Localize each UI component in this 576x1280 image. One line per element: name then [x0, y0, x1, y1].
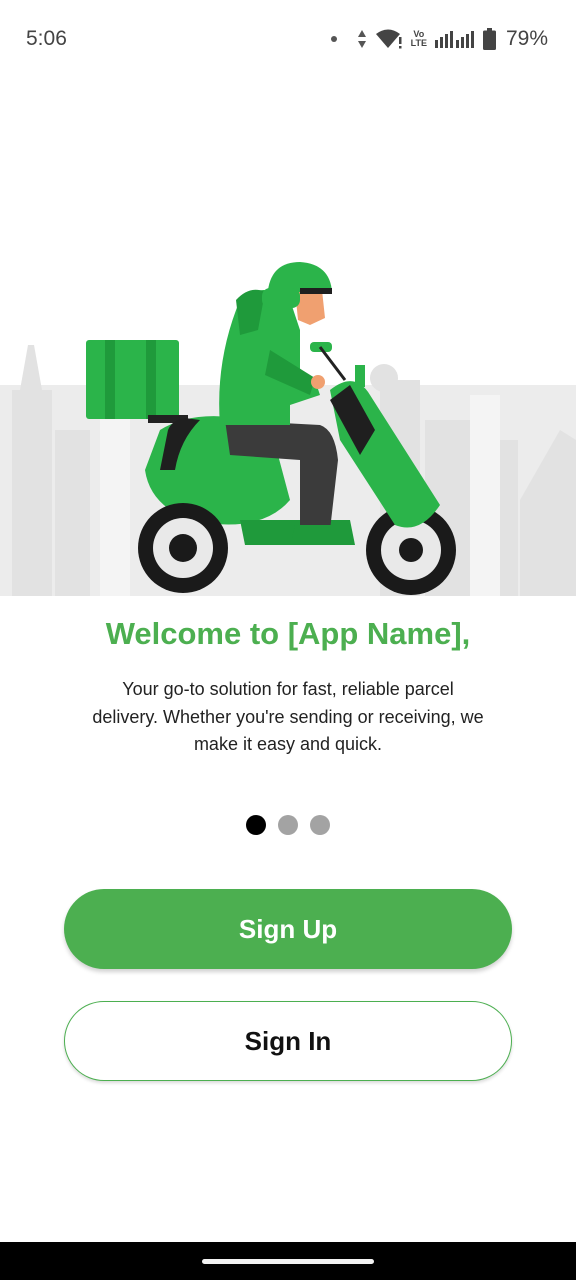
battery-icon	[482, 28, 496, 50]
welcome-description: Your go-to solution for fast, reliable p…	[92, 679, 484, 754]
status-icons: Vo LTE 79%	[330, 24, 548, 54]
page-dot-2[interactable]	[278, 815, 298, 835]
sign-in-button[interactable]: Sign In	[64, 1001, 512, 1081]
signal-icon	[434, 31, 474, 48]
delivery-scooter-illustration	[0, 262, 576, 596]
status-bar: 5:06 Vo LTE 79%	[0, 0, 576, 80]
page-indicator	[0, 815, 576, 835]
battery-percent: 79%	[505, 27, 548, 50]
sign-up-button[interactable]: Sign Up	[64, 889, 512, 969]
page-dot-3[interactable]	[310, 815, 330, 835]
notification-dot-icon	[330, 36, 337, 42]
wifi-icon	[375, 29, 402, 49]
navigation-bar	[0, 1242, 576, 1280]
welcome-title: Welcome to [App Name],	[105, 616, 471, 651]
home-indicator[interactable]	[202, 1259, 374, 1264]
data-arrows-icon	[357, 30, 366, 48]
volte-icon: Vo LTE	[411, 30, 427, 48]
volte-bottom-label: LTE	[410, 38, 427, 48]
page-dot-1[interactable]	[246, 815, 266, 835]
status-time: 5:06	[26, 27, 67, 50]
